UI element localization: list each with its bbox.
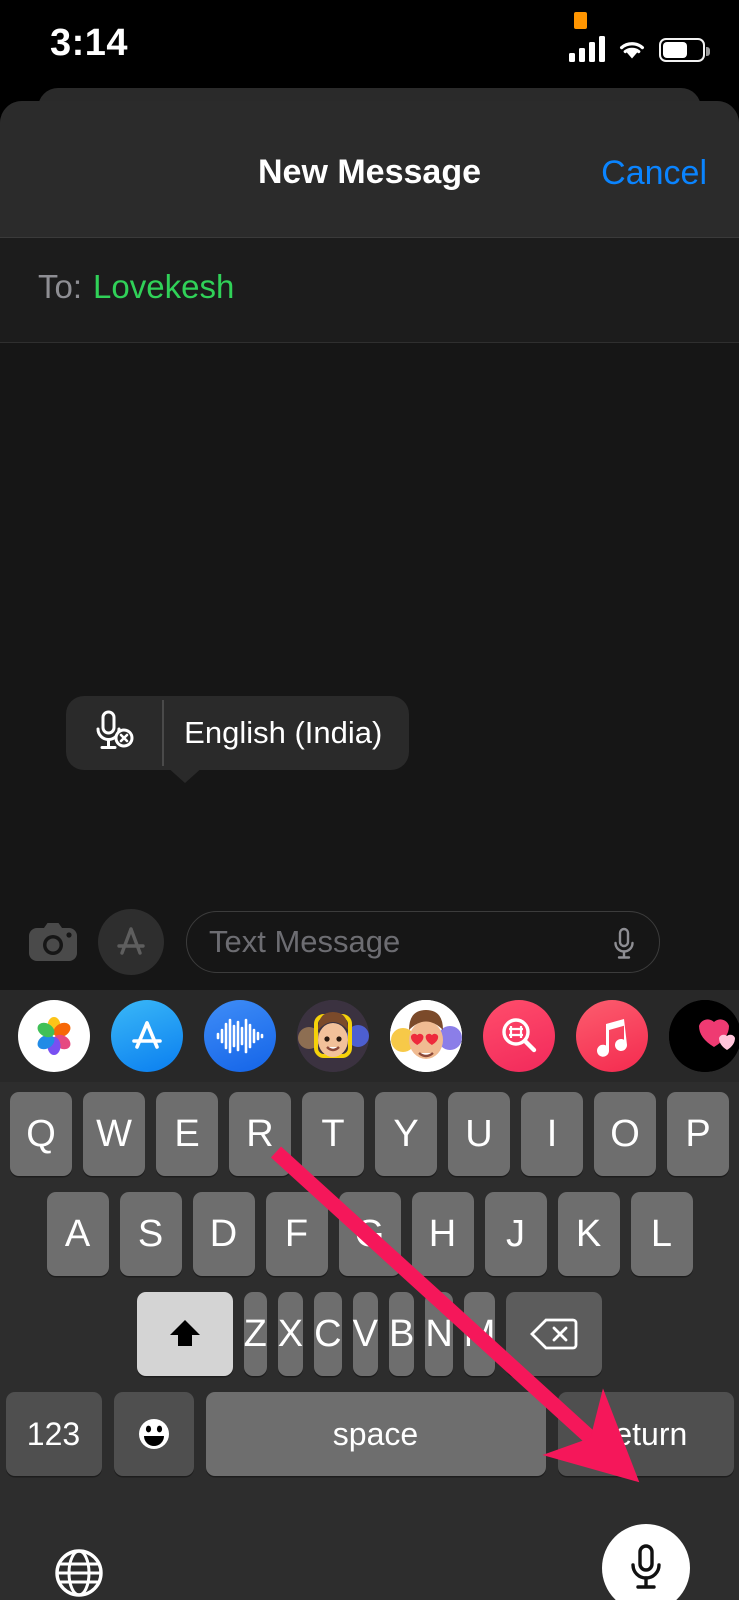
key-q[interactable]: Q (10, 1092, 72, 1176)
key-g[interactable]: G (338, 1192, 401, 1276)
photos-app-icon[interactable] (18, 1000, 90, 1072)
recipient-row[interactable]: To: Lovekesh (0, 238, 739, 343)
key-n[interactable]: N (425, 1292, 453, 1376)
camera-button[interactable] (20, 909, 86, 975)
popup-tail (166, 766, 204, 783)
app-store-app-icon[interactable] (111, 1000, 183, 1072)
cellular-signal-icon (569, 36, 605, 62)
keyboard-row-1: Q W E R T Y U I O P (0, 1092, 739, 1176)
key-l[interactable]: L (630, 1192, 693, 1276)
key-i[interactable]: I (521, 1092, 583, 1176)
conversation-area (0, 343, 739, 894)
memoji-app-icon[interactable] (297, 1000, 369, 1072)
keyboard-bottom-bar (0, 1504, 739, 1600)
shift-icon (169, 1320, 200, 1346)
backspace-icon (530, 1318, 578, 1350)
key-v[interactable]: V (352, 1292, 378, 1376)
images-search-app-icon[interactable] (483, 1000, 555, 1072)
imessage-app-drawer[interactable] (0, 990, 739, 1082)
shift-key[interactable] (136, 1292, 233, 1376)
globe-icon (55, 1549, 103, 1597)
key-e[interactable]: E (156, 1092, 218, 1176)
hearts-icon (669, 1000, 739, 1072)
key-r[interactable]: R (229, 1092, 291, 1176)
app-store-icon (117, 927, 145, 955)
key-m[interactable]: M (463, 1292, 496, 1376)
dictation-language-popup: English (India) (66, 696, 409, 770)
mic-disabled-icon (96, 710, 134, 749)
cancel-button[interactable]: Cancel (601, 154, 707, 193)
keyboard-row-2: A S D F G H J K L (0, 1192, 739, 1276)
memoji-face-icon (297, 1000, 369, 1072)
keyboard-row-3: Z X C V B N M (0, 1292, 739, 1376)
navigation-bar: New Message Cancel (0, 101, 739, 238)
orange-recording-dot (574, 12, 587, 29)
globe-key[interactable] (46, 1540, 112, 1600)
message-input-bar: Text Message (0, 894, 739, 990)
app-store-a-icon (132, 1021, 162, 1049)
text-message-input[interactable]: Text Message (186, 911, 660, 973)
status-bar-clock: 3:14 (50, 22, 129, 64)
key-h[interactable]: H (411, 1192, 474, 1276)
music-app-icon[interactable] (576, 1000, 648, 1072)
camera-icon (29, 923, 77, 961)
mic-disabled-button[interactable] (66, 708, 162, 758)
numbers-key[interactable]: 123 (5, 1392, 102, 1476)
key-s[interactable]: S (119, 1192, 182, 1276)
text-message-placeholder: Text Message (209, 924, 401, 959)
music-note-icon (597, 1019, 627, 1057)
recipient-name[interactable]: Lovekesh (93, 268, 234, 306)
return-key[interactable]: return (557, 1392, 734, 1476)
backspace-key[interactable] (506, 1292, 603, 1376)
key-x[interactable]: X (277, 1292, 304, 1376)
microphone-icon[interactable] (609, 926, 639, 962)
battery-icon (659, 38, 710, 62)
to-label: To: (38, 268, 83, 305)
on-screen-keyboard[interactable]: Q W E R T Y U I O P A S D F G H J K L Z … (0, 1082, 739, 1504)
key-w[interactable]: W (83, 1092, 145, 1176)
app-store-button[interactable] (98, 909, 164, 975)
new-message-sheet: New Message Cancel To: Lovekesh Text Mes… (0, 101, 739, 1600)
key-t[interactable]: T (302, 1092, 364, 1176)
dictation-microphone-icon (631, 1544, 661, 1589)
audio-message-app-icon[interactable] (204, 1000, 276, 1072)
iphone-screen: 3:14 New Message Cancel To: Lovekesh Tex… (0, 0, 739, 1600)
key-p[interactable]: P (667, 1092, 729, 1176)
memoji-stickers-app-icon[interactable] (390, 1000, 462, 1072)
emoji-smiley-icon (138, 1419, 169, 1449)
space-key[interactable]: space (205, 1392, 546, 1476)
photos-flower-icon (37, 1017, 71, 1055)
key-f[interactable]: F (265, 1192, 328, 1276)
key-u[interactable]: U (448, 1092, 510, 1176)
memoji-heart-eyes-icon (390, 1000, 462, 1072)
key-j[interactable]: J (484, 1192, 547, 1276)
digital-touch-app-icon[interactable] (669, 1000, 739, 1072)
key-d[interactable]: D (192, 1192, 255, 1276)
waveform-icon (216, 1018, 264, 1054)
key-y[interactable]: Y (375, 1092, 437, 1176)
keyboard-row-4: 123 space return (0, 1392, 739, 1476)
dictation-microphone-button[interactable] (602, 1524, 690, 1600)
key-a[interactable]: A (46, 1192, 109, 1276)
dictation-language-label: English (India) (184, 715, 383, 750)
key-o[interactable]: O (594, 1092, 656, 1176)
hashtag-magnifier-icon (502, 1018, 537, 1053)
key-b[interactable]: B (388, 1292, 415, 1376)
key-k[interactable]: K (557, 1192, 620, 1276)
key-c[interactable]: C (314, 1292, 342, 1376)
key-z[interactable]: Z (243, 1292, 267, 1376)
status-bar: 3:14 (0, 0, 739, 90)
emoji-key[interactable] (113, 1392, 194, 1476)
wifi-icon (620, 42, 644, 59)
